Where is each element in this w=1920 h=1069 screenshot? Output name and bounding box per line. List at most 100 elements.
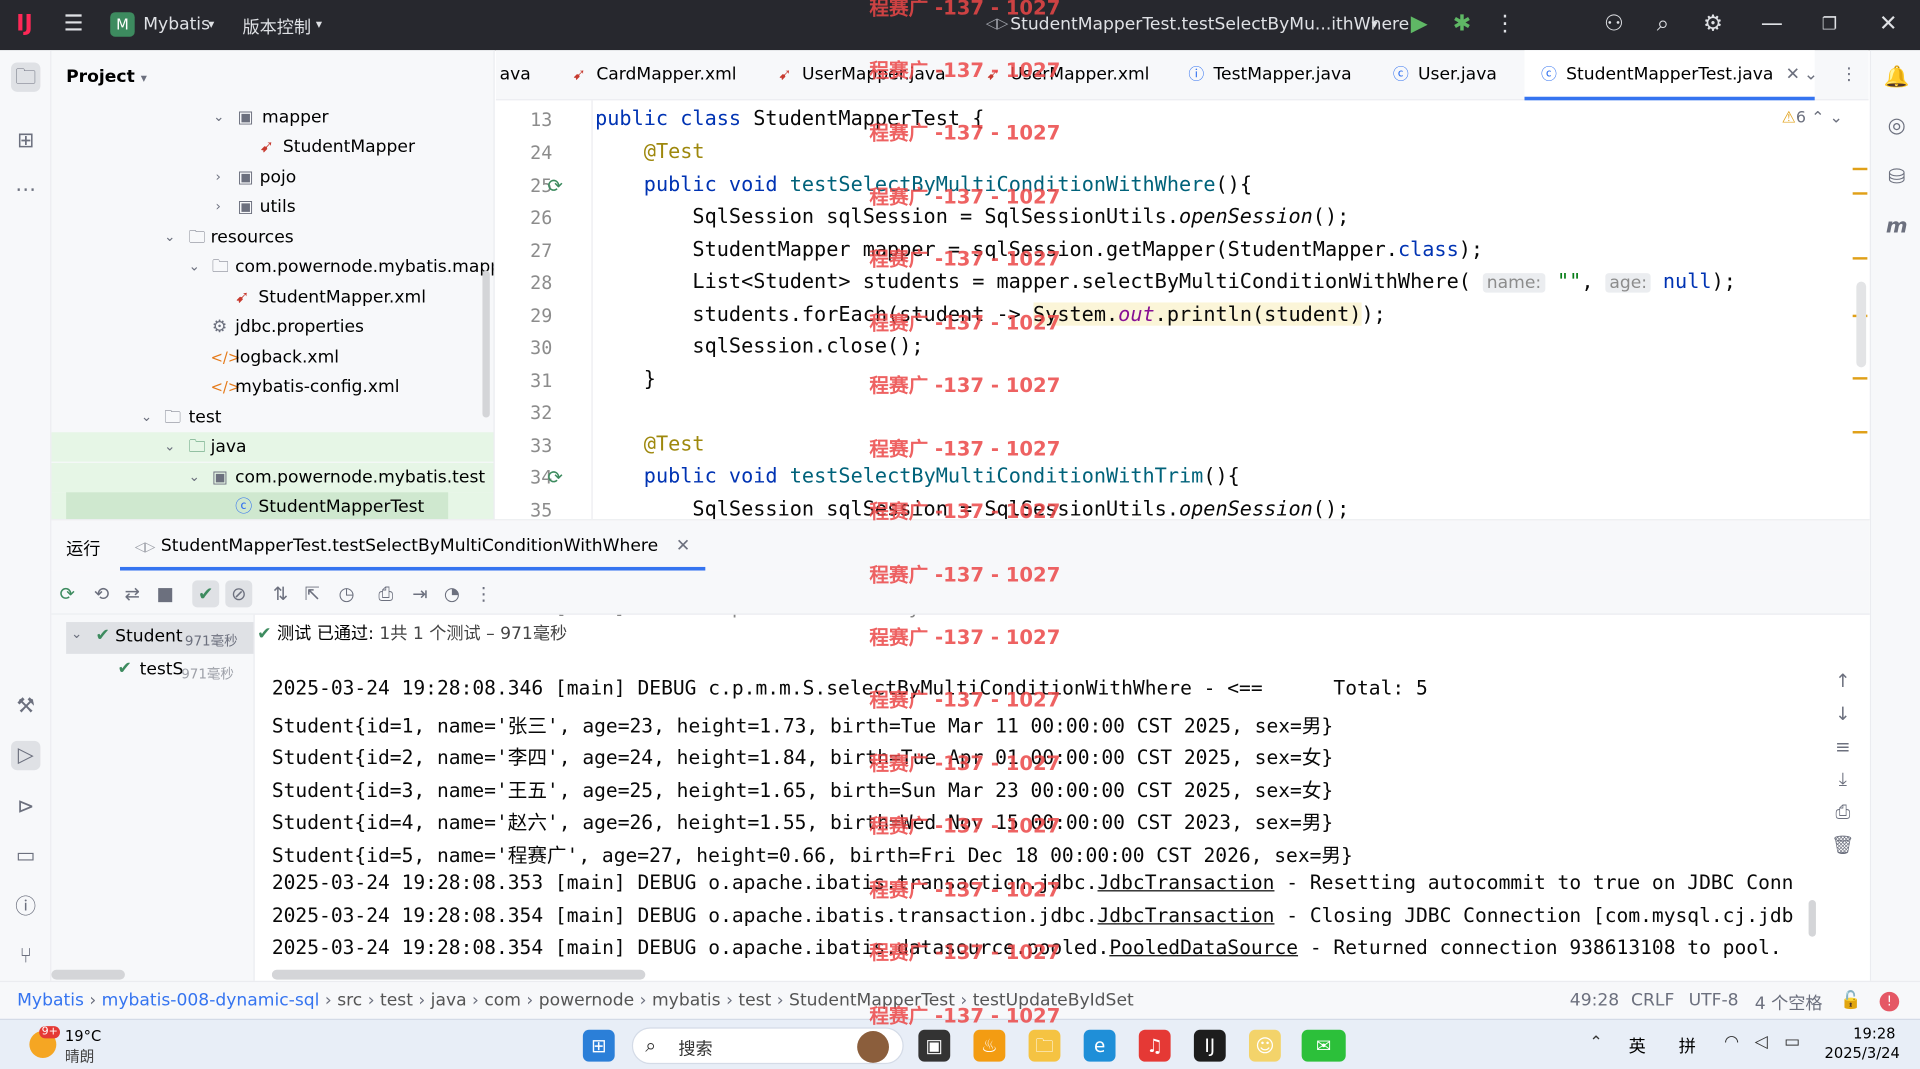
project-badge[interactable]: M (110, 12, 135, 37)
error-report-icon[interactable]: ! (1879, 991, 1900, 1012)
ai-assistant-icon[interactable]: ◎ (1882, 111, 1911, 140)
warning-stripe[interactable] (1852, 167, 1868, 171)
project-panel-title[interactable]: Project ▾ (66, 67, 147, 87)
tree-item-resources[interactable]: ⌄ 🗀 resources (51, 223, 493, 252)
export-icon[interactable]: ⇥ (407, 580, 434, 607)
notifications-icon[interactable]: 🔔 (1882, 62, 1911, 91)
line-separator[interactable]: CRLF (1631, 991, 1674, 1011)
tab-studentmappertest-java[interactable]: ⓒ StudentMapperTest.java ✕ (1524, 50, 1815, 101)
project-scrollbar[interactable] (482, 270, 490, 418)
weather-condition[interactable]: 晴朗 (65, 1046, 94, 1067)
tree-item-studentmapper[interactable]: ➹ StudentMapper (51, 132, 493, 161)
tree-item-test[interactable]: ⌄ 🗀 test (51, 403, 493, 432)
tree-item-mapper-package[interactable]: ⌄ 🗀 com.powernode.mybatis.mapper (51, 252, 494, 281)
more-icon[interactable]: ⋮ (1490, 10, 1519, 39)
print-icon[interactable]: ⎙ (1829, 798, 1856, 825)
lock-icon[interactable]: 🔓 (1840, 991, 1861, 1011)
problems-tool-icon[interactable]: ⓘ (11, 893, 40, 922)
file-explorer-icon[interactable]: 🗀 (1028, 1029, 1061, 1062)
tree-item-mapper[interactable]: ⌄ ▣ mapper (51, 103, 493, 132)
app-cat-icon[interactable]: ☺ (1248, 1029, 1281, 1062)
vcs-menu[interactable]: 版本控制 (242, 15, 311, 39)
breadcrumb-item[interactable]: com (484, 991, 521, 1011)
ime-language[interactable]: 英 (1629, 1033, 1646, 1057)
close-window-icon[interactable]: ✕ (1873, 10, 1902, 39)
run-test-gutter-icon[interactable]: ⟳ (547, 467, 569, 489)
edge-browser-icon[interactable]: e (1083, 1029, 1116, 1062)
tree-item-studentmappertest[interactable]: ⓒ StudentMapperTest (51, 492, 494, 520)
console-output[interactable]: 2025-03-24 19:28:08.346 [main] DEBUG c.p… (271, 615, 1821, 982)
services-tool-icon[interactable]: ⊳ (11, 792, 40, 821)
more-icon[interactable]: ⋮ (1840, 50, 1857, 100)
breadcrumb-item[interactable]: mybatis (652, 991, 721, 1011)
tree-item-jdbc-properties[interactable]: ⚙ jdbc.properties (51, 312, 493, 341)
build-tool-icon[interactable]: ⚒ (11, 692, 40, 721)
run-tool-icon[interactable]: ▷ (11, 740, 41, 771)
wifi-icon[interactable]: ◠ (1724, 1032, 1739, 1052)
close-tab-icon[interactable]: ✕ (1786, 65, 1800, 85)
warning-stripe[interactable] (1852, 192, 1868, 195)
volume-icon[interactable]: ◁ (1755, 1032, 1768, 1052)
show-passed-icon[interactable]: ✔ (192, 580, 220, 608)
tree-item-utils[interactable]: › ▣ utils (51, 192, 493, 221)
taskbar-search[interactable]: ⌕ 搜索 (631, 1027, 904, 1065)
tree-item-studentmapper-xml[interactable]: ➹ StudentMapper.xml (51, 283, 493, 312)
search-icon[interactable]: ⌕ (1648, 10, 1677, 39)
collapse-icon[interactable]: ⇱ (299, 580, 326, 607)
tab-cardmapper-xml[interactable]: ➹ CardMapper.xml (569, 50, 737, 100)
breadcrumb-item[interactable]: testUpdateByIdSet (973, 991, 1134, 1011)
weather-temp[interactable]: 19°C (65, 1027, 101, 1044)
chevron-down-icon[interactable]: ▾ (1371, 18, 1377, 31)
caret-position[interactable]: 49:28 (1570, 991, 1619, 1011)
breadcrumb-item[interactable]: mybatis-008-dynamic-sql (102, 991, 320, 1011)
git-tool-icon[interactable]: ⑂ (11, 942, 40, 971)
coverage-icon[interactable]: ◔ (438, 580, 465, 607)
file-encoding[interactable]: UTF-8 (1689, 991, 1739, 1011)
tab-testmapper-java[interactable]: ⓘ TestMapper.java (1187, 50, 1351, 100)
wechat-icon[interactable]: ✉ (1301, 1029, 1346, 1062)
debug-icon[interactable]: ✱ (1447, 10, 1476, 39)
run-config-selector[interactable]: StudentMapperTest.testSelectByMu...ithWh… (1010, 15, 1409, 35)
run-icon[interactable]: ▶ (1405, 10, 1434, 39)
warnings-indicator[interactable]: ⚠6 ⌃ ⌄ (1782, 109, 1843, 127)
tab-java-partial[interactable]: ava (500, 50, 531, 100)
breadcrumb-item[interactable]: java (431, 991, 467, 1011)
breadcrumb-item[interactable]: StudentMapperTest (789, 991, 955, 1011)
breadcrumb-item[interactable]: src (337, 991, 362, 1011)
project-tool-icon[interactable]: 🗀 (11, 62, 41, 92)
chevron-down-icon[interactable]: ⌄ (1804, 50, 1818, 100)
tree-item-student[interactable]: ⌄ ✔ Student 971毫秒 (66, 622, 254, 654)
netease-music-icon[interactable]: ♫ (1138, 1029, 1171, 1062)
screenshot-icon[interactable]: ⎙ (372, 580, 399, 607)
tab-usermapper-xml[interactable]: ➹ UserMapper.xml (983, 50, 1149, 100)
console-v-scrollbar[interactable] (1808, 900, 1816, 937)
class-link[interactable]: JdbcTransaction (1098, 904, 1275, 927)
run-panel-title[interactable]: 运行 (66, 536, 100, 560)
tree-item-pojo[interactable]: › ▣ pojo (51, 163, 493, 192)
intellij-taskbar-icon[interactable]: IJ (1193, 1029, 1226, 1062)
history-icon[interactable]: ◷ (333, 580, 360, 607)
show-ignored-icon[interactable]: ⊘ (225, 580, 253, 608)
breadcrumb-item[interactable]: powernode (539, 991, 634, 1011)
minimize-icon[interactable]: — (1757, 10, 1786, 39)
class-link[interactable]: PooledDataSource (1109, 936, 1298, 959)
task-view-icon[interactable]: ▣ (918, 1029, 951, 1062)
breadcrumb-item[interactable]: Mybatis (17, 991, 84, 1011)
restore-icon[interactable]: ❐ (1815, 10, 1844, 39)
run-test-gutter-icon[interactable]: ⟳ (547, 175, 569, 197)
project-name[interactable]: Mybatis (143, 15, 210, 35)
stop-icon[interactable]: ■ (152, 580, 179, 607)
settings-gear-icon[interactable]: ⚙ (1698, 10, 1727, 39)
breadcrumb-item[interactable]: test (380, 991, 413, 1011)
windows-start-icon[interactable]: ⊞ (582, 1029, 615, 1062)
scroll-down-icon[interactable]: ↓ (1829, 700, 1856, 727)
maven-icon[interactable]: m (1882, 212, 1911, 241)
close-tab-icon[interactable]: ✕ (676, 536, 690, 556)
tab-user-java[interactable]: ⓒ User.java (1391, 50, 1497, 100)
tree-item-test-method[interactable]: ✔ testS 971毫秒 (115, 656, 250, 685)
terminal-tool-icon[interactable]: ▭ (11, 841, 40, 870)
code-editor[interactable]: 13 24 25 26 27 28 29 30 31 32 33 34 35 ⟳… (495, 100, 1869, 520)
show-hidden-icons[interactable]: ⌃ (1589, 1033, 1602, 1051)
ime-mode[interactable]: 拼 (1679, 1033, 1696, 1057)
scroll-to-end-icon[interactable]: ⤓ (1829, 765, 1856, 792)
